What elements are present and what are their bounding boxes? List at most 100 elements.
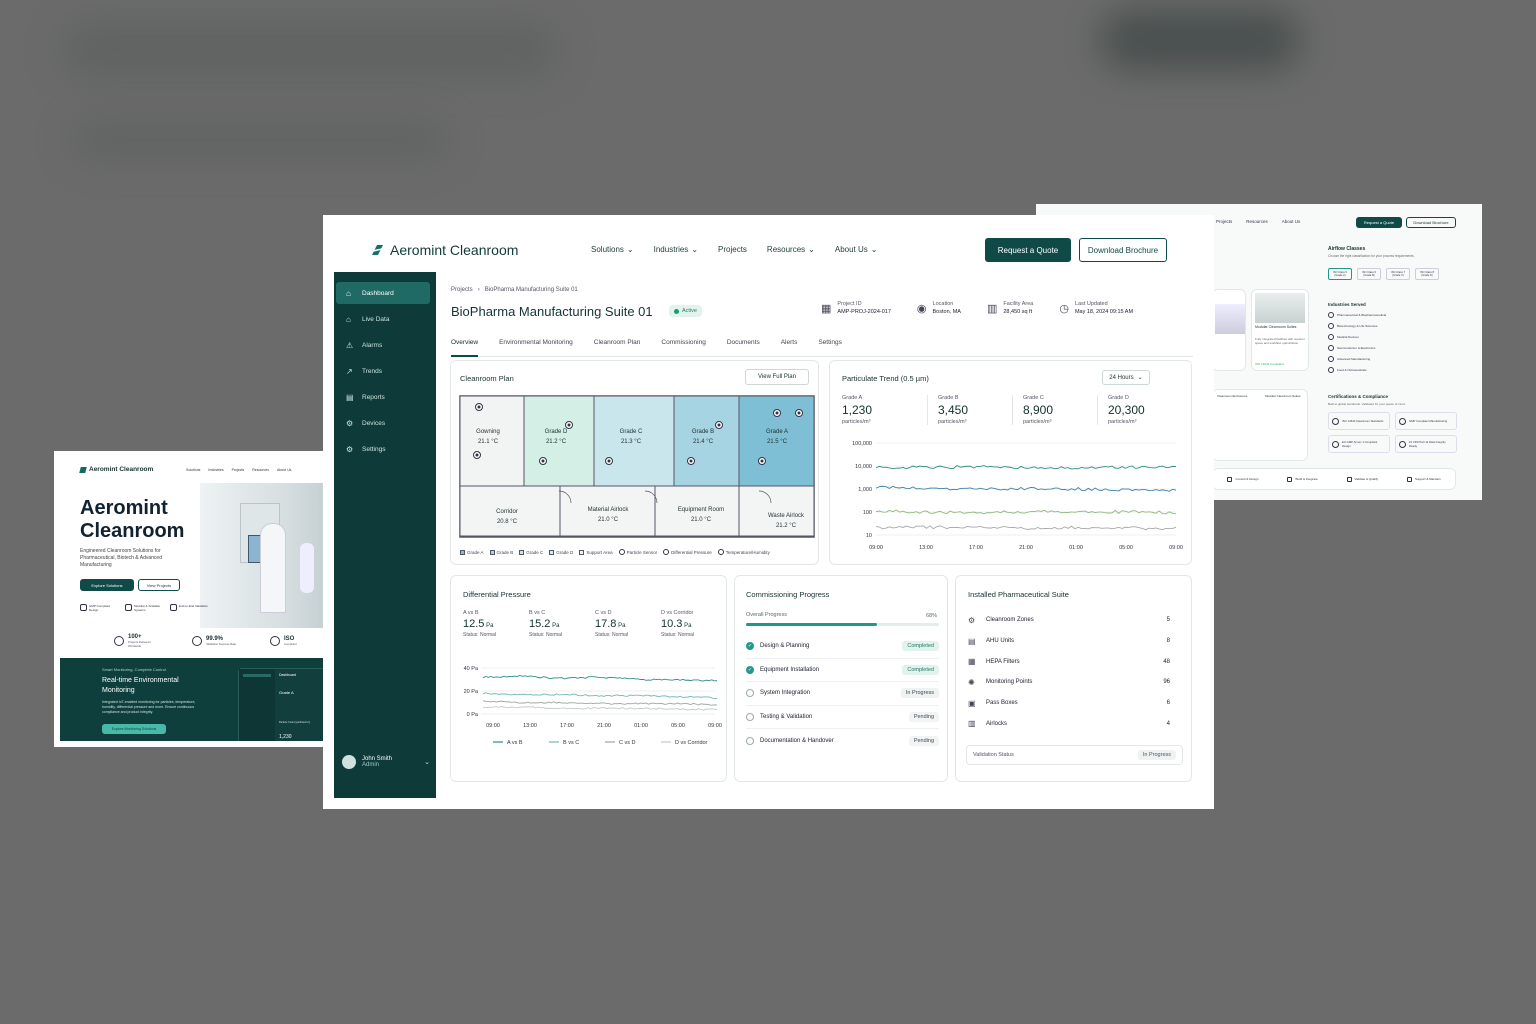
nav-industries[interactable]: Industries [208, 468, 223, 472]
step-testing-validation[interactable]: Testing & Validation Pending [746, 706, 939, 729]
quote-button[interactable]: Request a Quote [1356, 217, 1402, 228]
nav-projects[interactable]: Projects [718, 245, 747, 254]
sidebar-item-live-data[interactable]: ⌂ Live Data [336, 308, 430, 330]
sidebar-item-devices[interactable]: ⚙ Devices [336, 412, 430, 434]
explore-monitoring-button[interactable]: Explore Monitoring Solutions [102, 724, 166, 734]
logo-icon [372, 245, 383, 255]
tab-settings[interactable]: Settings [818, 339, 842, 357]
sidebar-item-label: Trends [362, 367, 382, 375]
sidebar-item-settings[interactable]: ⚙ Settings [336, 438, 430, 460]
legend-label: C vs D [619, 740, 636, 746]
sidebar: ⌂ Dashboard ⌂ Live Data ⚠ Alarms ↗ Trends ▤ Repor… [334, 272, 436, 798]
room-label: Grade A [766, 429, 788, 435]
request-quote-button[interactable]: Request a Quote [985, 238, 1071, 262]
particle-sensor-icon[interactable] [473, 451, 481, 459]
download-brochure-button[interactable]: Download Brochure [1079, 238, 1167, 262]
breadcrumb-root[interactable]: Projects [451, 287, 473, 293]
stat-grade-a: Grade A 1,230 particles/m³ [842, 395, 927, 425]
floor-plan: Gowning 21.1 °C Grade D 21.2 °C Grade C 21.3 … [459, 395, 815, 538]
y-tick-label: 0 Pa [467, 712, 479, 718]
step-design-planning[interactable]: ✓ Design & Planning Completed [746, 635, 939, 659]
stat-grade-c: Grade C 8,900 particles/m³ [1012, 395, 1097, 425]
sidebar-item-alarms[interactable]: ⚠ Alarms [336, 334, 430, 356]
particle-sensor-icon[interactable] [758, 457, 766, 465]
nav-resources[interactable]: Resources ⌄ [767, 245, 815, 254]
airflow-class-option[interactable]: ISO Class 8 (Grade D) [1415, 268, 1439, 280]
industry-item: Medical Devices [1328, 334, 1386, 340]
view-projects-button[interactable]: View Projects [138, 579, 180, 591]
sidebar-item-label: Live Data [362, 315, 390, 323]
ahu-icon: ▤ [968, 636, 976, 646]
x-tick-label: 13:00 [919, 545, 933, 551]
particulate-chart: 100,000 10,000 1,000 100 10 09:00 13:00 17:00 21… [852, 441, 1183, 551]
nav-resources[interactable]: Resources [1246, 219, 1268, 224]
nav-about[interactable]: About Us [277, 468, 291, 472]
particle-sensor-icon[interactable] [565, 421, 573, 429]
airflow-class-option[interactable]: ISO Class 7 (Grade C) [1386, 268, 1410, 280]
meta-label: Location [932, 301, 954, 307]
report-icon: ▤ [346, 392, 354, 402]
room-label: Equipment Room [678, 507, 724, 513]
airflow-class-option[interactable]: ISO Class 5 (Grade A) [1328, 268, 1352, 280]
particle-sensor-icon[interactable] [605, 457, 613, 465]
particle-sensor-icon[interactable] [773, 409, 781, 417]
nav-projects[interactable]: Projects [232, 468, 245, 472]
bell-icon: ⚠ [346, 340, 354, 350]
hero-stat: 100+ Projects Delivered Worldwide [114, 632, 162, 650]
user-menu[interactable]: John Smith Admin ⌄ [342, 750, 430, 774]
legend-grade-c: Grade C [519, 549, 543, 555]
particle-sensor-icon[interactable] [687, 457, 695, 465]
product-card[interactable]: Modular Cleanroom Suites Fully integrate… [1251, 289, 1309, 371]
industry-icon [1328, 312, 1334, 318]
sidebar-item-dashboard[interactable]: ⌂ Dashboard [336, 282, 430, 304]
particle-sensor-icon[interactable] [539, 457, 547, 465]
plan-title: Cleanroom Plan [460, 374, 514, 383]
step-icon [1227, 476, 1233, 482]
avatar [342, 755, 356, 769]
particle-sensor-icon[interactable] [475, 403, 483, 411]
tab-commissioning[interactable]: Commissioning [661, 339, 705, 357]
tab-environmental-monitoring[interactable]: Environmental Monitoring [499, 339, 573, 357]
feature-gmp-compliant-design: GMP Compliant Design [80, 604, 118, 612]
sidebar-item-reports[interactable]: ▤ Reports [336, 386, 430, 408]
nav-resources[interactable]: Resources [252, 468, 269, 472]
logo-icon [79, 466, 87, 473]
shield-icon [125, 604, 132, 611]
range-select[interactable]: 24 Hours ⌄ [1102, 370, 1150, 385]
step-system-integration[interactable]: System Integration In Progress [746, 682, 939, 706]
breadcrumb: Projects › BioPharma Manufacturing Suite 0… [451, 287, 578, 293]
airlock-icon: ▥ [968, 719, 976, 729]
brochure-button[interactable]: Download Brochure [1406, 217, 1456, 228]
nav-about[interactable]: About Us [1282, 219, 1301, 224]
y-tick-label: 100,000 [852, 441, 872, 447]
tab-documents[interactable]: Documents [727, 339, 760, 357]
nav-industries[interactable]: Industries ⌄ [654, 245, 698, 254]
suite-label: Monitoring Points [986, 679, 1033, 686]
tab-alerts[interactable]: Alerts [781, 339, 798, 357]
zones-icon: ⚙ [968, 615, 976, 625]
building-icon: ▦ [821, 302, 832, 315]
suite-count: 6 [1166, 700, 1170, 707]
step-equipment-installation[interactable]: ✓ Equipment Installation Completed [746, 659, 939, 682]
step-documentation-handover[interactable]: Documentation & Handover Pending [746, 729, 939, 753]
airflow-class-option[interactable]: ISO Class 6 (Grade B) [1357, 268, 1381, 280]
tab-cleanroom-plan[interactable]: Cleanroom Plan [594, 339, 641, 357]
nav-about[interactable]: About Us ⌄ [835, 245, 878, 254]
tab-overview[interactable]: Overview [451, 339, 479, 357]
particle-sensor-icon[interactable] [795, 409, 803, 417]
nav-solutions[interactable]: Solutions [186, 468, 200, 472]
step-status-badge: In Progress [900, 688, 939, 699]
stat-grade-d: Grade D 20,300 particles/m³ [1097, 395, 1182, 425]
circle-icon [746, 712, 754, 721]
step-icon [1287, 476, 1293, 482]
view-full-plan-button[interactable]: View Full Plan [745, 369, 809, 385]
sidebar-item-trends[interactable]: ↗ Trends [336, 360, 430, 382]
filter-icon: ▦ [968, 657, 976, 667]
product-title: Modular Cleanroom Suites [1255, 325, 1297, 329]
nav-solutions[interactable]: Solutions ⌄ [591, 245, 634, 254]
y-tick-label: 20 Pa [464, 689, 479, 695]
nav-projects[interactable]: Projects [1216, 219, 1232, 224]
stat-value: 10.3 Pa [661, 618, 692, 630]
explore-solutions-button[interactable]: Explore Solutions [80, 579, 134, 591]
particle-sensor-icon[interactable] [715, 421, 723, 429]
